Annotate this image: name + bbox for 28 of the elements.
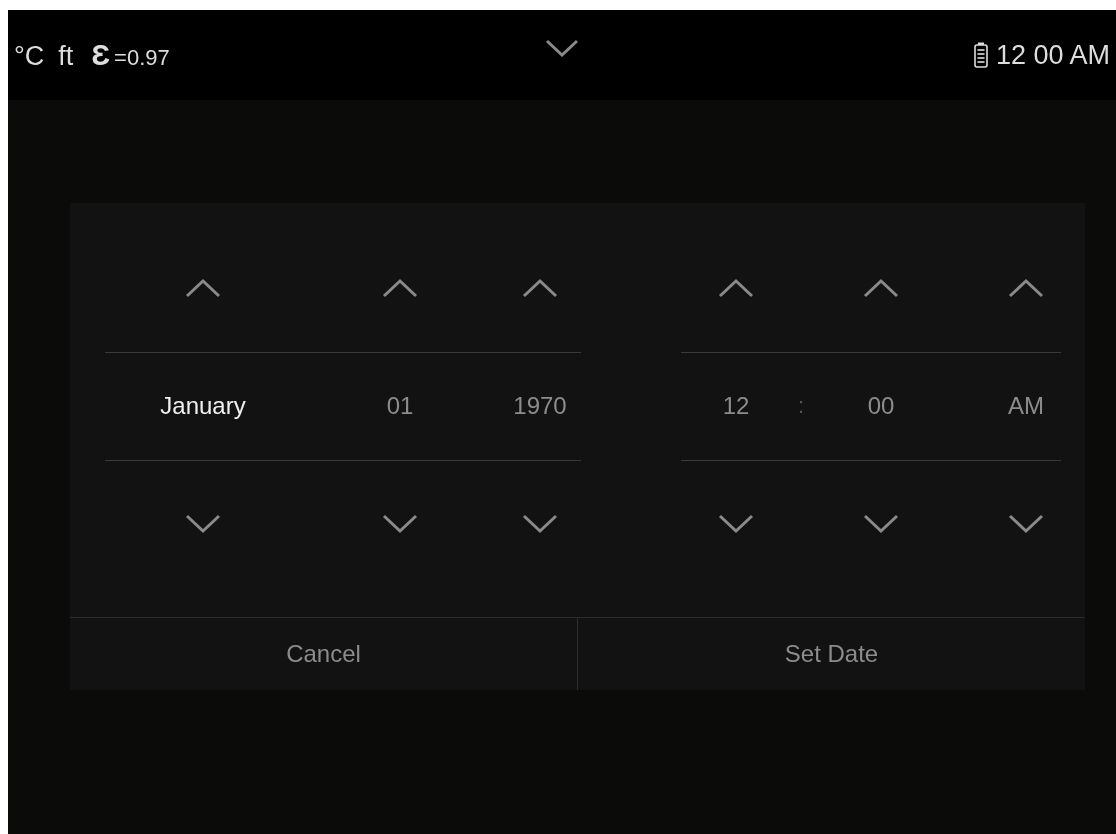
set-date-button[interactable]: Set Date [577, 618, 1085, 690]
cancel-button[interactable]: Cancel [70, 618, 577, 690]
chevron-down-icon[interactable] [863, 513, 899, 534]
picker-value[interactable]: AM [1008, 352, 1044, 460]
temperature-unit: °C [14, 41, 45, 72]
picker-value[interactable]: 12 [722, 352, 750, 460]
distance-unit: ft [58, 41, 74, 72]
picker-value[interactable]: 01 [386, 352, 414, 460]
chevron-down-icon[interactable] [185, 513, 221, 534]
battery-icon [973, 42, 988, 68]
picker-value[interactable]: January [160, 352, 246, 460]
expand-chevron-button[interactable] [545, 39, 579, 57]
chevron-up-icon[interactable] [522, 277, 558, 298]
chevron-down-icon[interactable] [522, 513, 558, 534]
chevron-down-icon[interactable] [382, 513, 418, 534]
chevron-up-icon[interactable] [718, 277, 754, 298]
picker-value[interactable]: 1970 [513, 352, 567, 460]
emissivity-symbol: Ɛ [91, 38, 111, 72]
picker-value[interactable]: 00 [867, 352, 895, 460]
chevron-up-icon[interactable] [863, 277, 899, 298]
clock-time: 12 00 AM [995, 39, 1110, 71]
chevron-down-icon[interactable] [718, 513, 754, 534]
time-separator: : [797, 393, 805, 419]
chevron-up-icon[interactable] [1008, 277, 1044, 298]
chevron-down-icon[interactable] [1008, 513, 1044, 534]
emissivity-value: =0.97 [114, 45, 170, 71]
chevron-up-icon[interactable] [185, 277, 221, 298]
chevron-up-icon[interactable] [382, 277, 418, 298]
